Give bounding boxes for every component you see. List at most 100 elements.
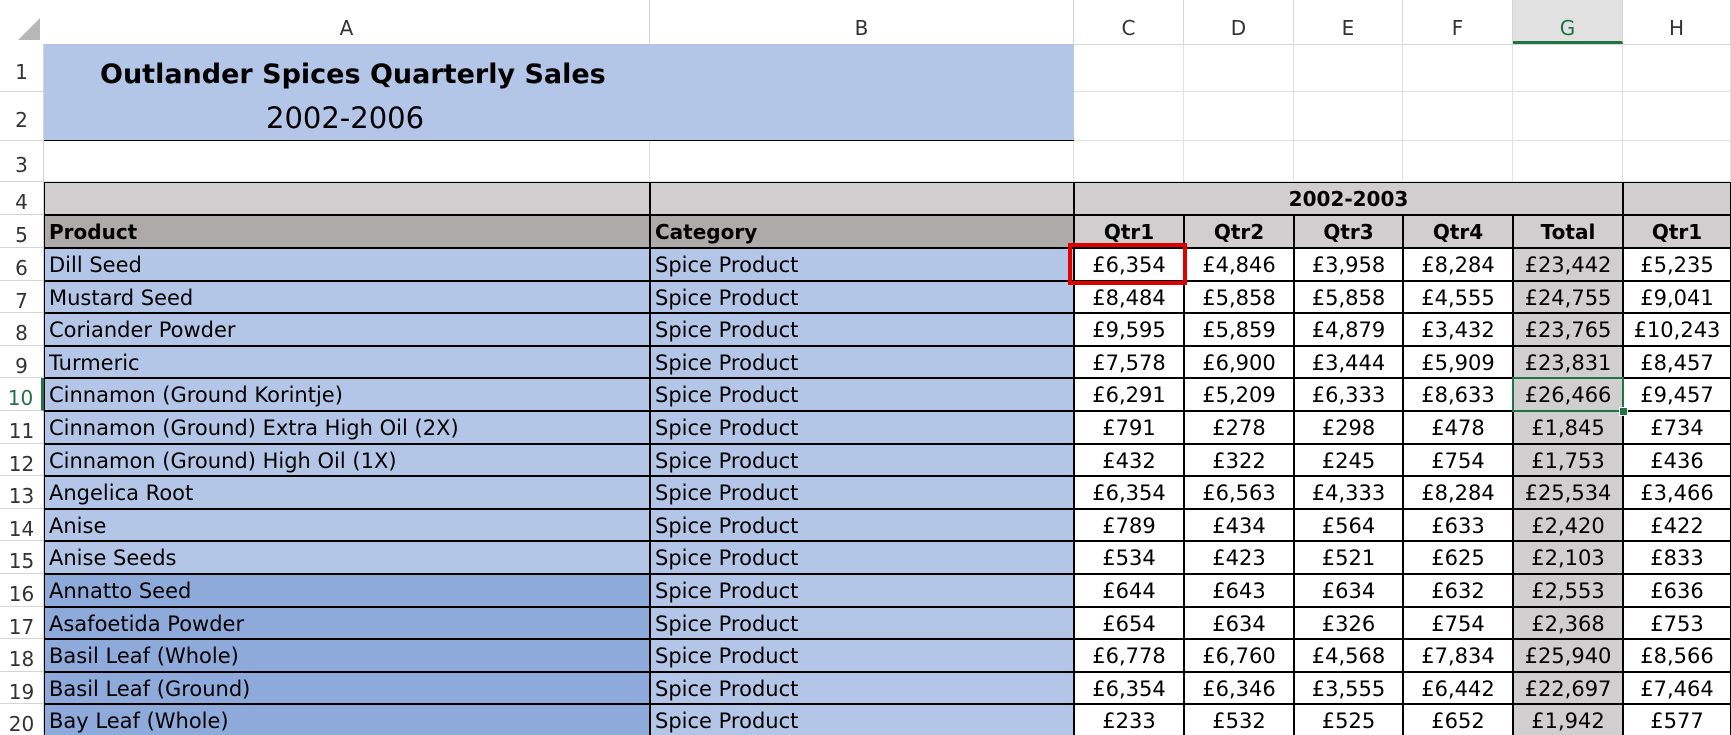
- row-header-1[interactable]: 1: [0, 44, 44, 92]
- empty-cell[interactable]: [44, 141, 650, 182]
- quarter-value-cell[interactable]: £3,432: [1403, 313, 1513, 346]
- empty-cell[interactable]: [1294, 141, 1403, 182]
- quarter-column-header[interactable]: Total: [1513, 215, 1623, 248]
- quarter-value-cell[interactable]: £5,858: [1184, 281, 1294, 313]
- category-cell[interactable]: Spice Product: [650, 704, 1074, 735]
- category-cell[interactable]: Spice Product: [650, 444, 1074, 476]
- product-cell[interactable]: Angelica Root: [44, 476, 650, 509]
- header-blank-cell[interactable]: [1623, 182, 1731, 215]
- quarter-value-cell[interactable]: £791: [1074, 411, 1184, 444]
- quarter-value-cell[interactable]: £436: [1623, 444, 1731, 476]
- quarter-value-cell[interactable]: £564: [1294, 509, 1403, 541]
- quarter-value-cell[interactable]: £9,457: [1623, 378, 1731, 411]
- empty-cell[interactable]: [1074, 141, 1184, 182]
- category-cell[interactable]: Spice Product: [650, 639, 1074, 672]
- row-header-9[interactable]: 9: [0, 346, 44, 378]
- quarter-value-cell[interactable]: £8,284: [1403, 248, 1513, 281]
- product-cell[interactable]: Basil Leaf (Ground): [44, 672, 650, 704]
- product-cell[interactable]: Asafoetida Powder: [44, 607, 650, 639]
- product-cell[interactable]: Anise Seeds: [44, 541, 650, 574]
- quarter-value-cell[interactable]: £8,484: [1074, 281, 1184, 313]
- quarter-column-header[interactable]: Qtr3: [1294, 215, 1403, 248]
- quarter-value-cell[interactable]: £734: [1623, 411, 1731, 444]
- quarter-value-cell[interactable]: £322: [1184, 444, 1294, 476]
- empty-cell[interactable]: [1513, 44, 1623, 92]
- product-cell[interactable]: Cinnamon (Ground Korintje): [44, 378, 650, 411]
- quarter-value-cell[interactable]: £634: [1294, 574, 1403, 607]
- product-cell[interactable]: Mustard Seed: [44, 281, 650, 313]
- total-value-cell[interactable]: £1,753: [1513, 444, 1623, 476]
- row-header-5[interactable]: 5: [0, 215, 44, 248]
- row-header-19[interactable]: 19: [0, 672, 44, 704]
- quarter-value-cell[interactable]: £478: [1403, 411, 1513, 444]
- column-header-f[interactable]: F: [1403, 0, 1513, 44]
- column-header-a[interactable]: A: [44, 0, 650, 44]
- quarter-value-cell[interactable]: £278: [1184, 411, 1294, 444]
- product-cell[interactable]: Dill Seed: [44, 248, 650, 281]
- quarter-value-cell[interactable]: £6,442: [1403, 672, 1513, 704]
- empty-cell[interactable]: [650, 141, 1074, 182]
- quarter-value-cell[interactable]: £3,466: [1623, 476, 1731, 509]
- quarter-value-cell[interactable]: £423: [1184, 541, 1294, 574]
- quarter-value-cell[interactable]: £3,444: [1294, 346, 1403, 378]
- row-header-11[interactable]: 11: [0, 411, 44, 444]
- total-value-cell[interactable]: £25,940: [1513, 639, 1623, 672]
- empty-cell[interactable]: [1184, 92, 1294, 141]
- empty-cell[interactable]: [1403, 92, 1513, 141]
- category-cell[interactable]: Spice Product: [650, 313, 1074, 346]
- product-cell[interactable]: Annatto Seed: [44, 574, 650, 607]
- category-cell[interactable]: Spice Product: [650, 672, 1074, 704]
- row-header-12[interactable]: 12: [0, 444, 44, 476]
- row-header-7[interactable]: 7: [0, 281, 44, 313]
- row-header-4[interactable]: 4: [0, 182, 44, 215]
- quarter-value-cell[interactable]: £5,909: [1403, 346, 1513, 378]
- quarter-value-cell[interactable]: £434: [1184, 509, 1294, 541]
- header-blank-cell[interactable]: [650, 182, 1074, 215]
- select-all-button[interactable]: [0, 0, 45, 44]
- header-blank-cell[interactable]: [44, 182, 650, 215]
- category-cell[interactable]: Spice Product: [650, 248, 1074, 281]
- row-header-2[interactable]: 2: [0, 92, 44, 141]
- total-value-cell[interactable]: £1,942: [1513, 704, 1623, 735]
- quarter-value-cell[interactable]: £9,595: [1074, 313, 1184, 346]
- category-cell[interactable]: Spice Product: [650, 281, 1074, 313]
- quarter-value-cell[interactable]: £6,563: [1184, 476, 1294, 509]
- row-header-8[interactable]: 8: [0, 313, 44, 346]
- quarter-value-cell[interactable]: £654: [1074, 607, 1184, 639]
- quarter-value-cell[interactable]: £632: [1403, 574, 1513, 607]
- quarter-value-cell[interactable]: £4,879: [1294, 313, 1403, 346]
- row-header-13[interactable]: 13: [0, 476, 44, 509]
- total-value-cell[interactable]: £24,755: [1513, 281, 1623, 313]
- row-header-20[interactable]: 20: [0, 704, 44, 735]
- column-header-g[interactable]: G: [1513, 0, 1623, 44]
- quarter-value-cell[interactable]: £7,834: [1403, 639, 1513, 672]
- quarter-value-cell[interactable]: £326: [1294, 607, 1403, 639]
- quarter-value-cell[interactable]: £6,333: [1294, 378, 1403, 411]
- quarter-value-cell[interactable]: £6,354: [1074, 476, 1184, 509]
- category-cell[interactable]: Spice Product: [650, 476, 1074, 509]
- quarter-value-cell[interactable]: £789: [1074, 509, 1184, 541]
- quarter-value-cell[interactable]: £521: [1294, 541, 1403, 574]
- quarter-value-cell[interactable]: £3,555: [1294, 672, 1403, 704]
- quarter-value-cell[interactable]: £644: [1074, 574, 1184, 607]
- quarter-value-cell[interactable]: £5,859: [1184, 313, 1294, 346]
- total-value-cell[interactable]: £23,765: [1513, 313, 1623, 346]
- empty-cell[interactable]: [1294, 92, 1403, 141]
- column-header-e[interactable]: E: [1294, 0, 1403, 44]
- quarter-column-header[interactable]: Qtr1: [1623, 215, 1731, 248]
- quarter-value-cell[interactable]: £7,464: [1623, 672, 1731, 704]
- category-cell[interactable]: Spice Product: [650, 574, 1074, 607]
- row-header-18[interactable]: 18: [0, 639, 44, 672]
- quarter-value-cell[interactable]: £753: [1623, 607, 1731, 639]
- product-cell[interactable]: Basil Leaf (Whole): [44, 639, 650, 672]
- category-cell[interactable]: Spice Product: [650, 509, 1074, 541]
- column-header-c[interactable]: C: [1074, 0, 1184, 44]
- quarter-column-header[interactable]: Qtr2: [1184, 215, 1294, 248]
- row-header-17[interactable]: 17: [0, 607, 44, 639]
- column-header-d[interactable]: D: [1184, 0, 1294, 44]
- empty-cell[interactable]: [1184, 141, 1294, 182]
- quarter-value-cell[interactable]: £8,284: [1403, 476, 1513, 509]
- empty-cell[interactable]: [1513, 141, 1623, 182]
- quarter-value-cell[interactable]: £6,354: [1074, 672, 1184, 704]
- empty-cell[interactable]: [1074, 44, 1184, 92]
